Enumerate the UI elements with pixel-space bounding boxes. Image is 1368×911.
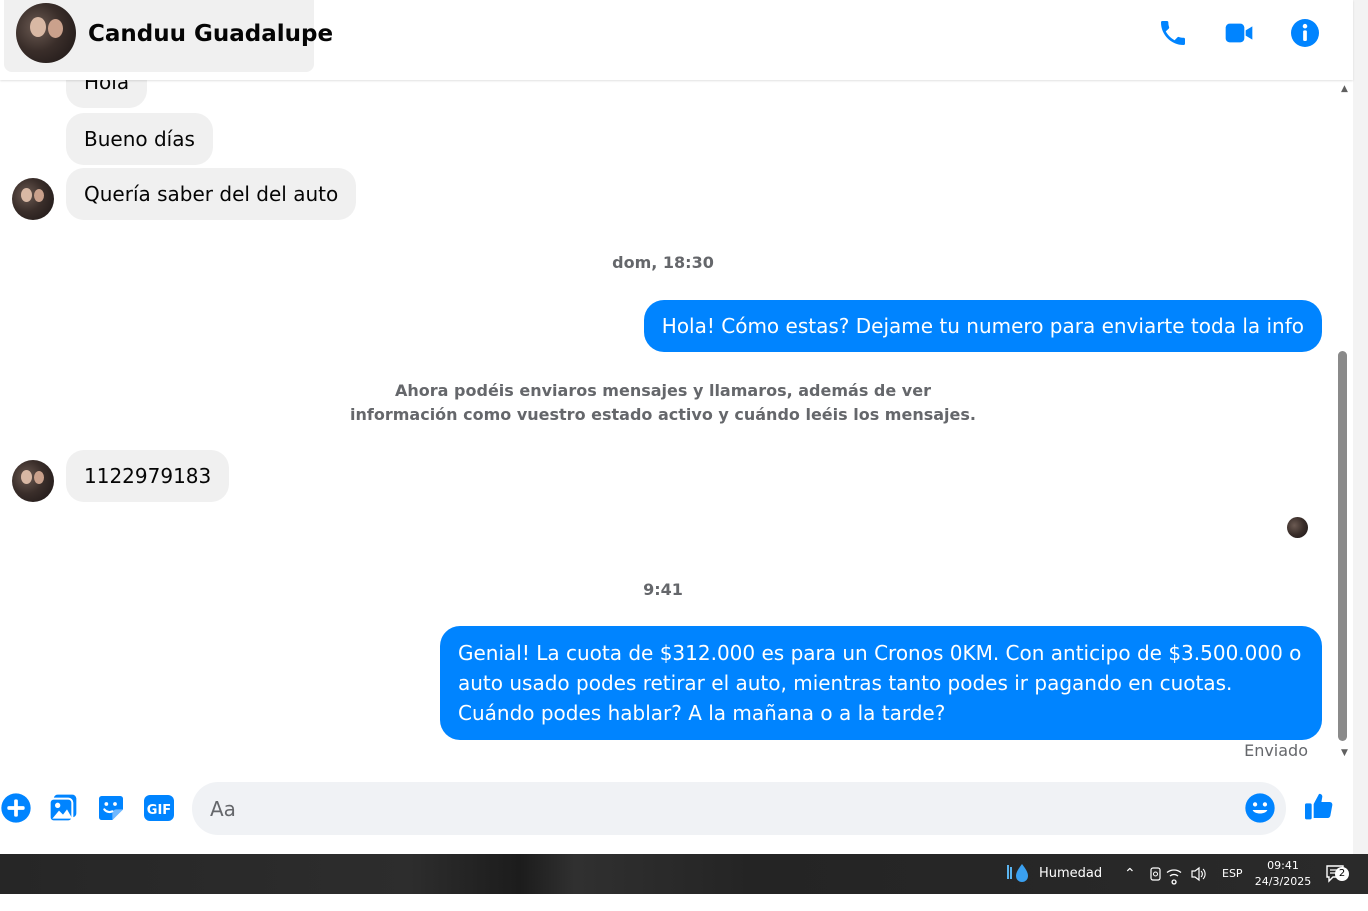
gif-label: GIF: [147, 803, 171, 818]
emoji-icon[interactable]: [1244, 792, 1276, 824]
input-language[interactable]: ESP: [1222, 854, 1243, 894]
composer-bar: GIF: [0, 772, 1353, 848]
meet-icon: [1150, 867, 1161, 881]
weather-label: Humedad: [1039, 866, 1103, 881]
clock-date: 24/3/2025: [1254, 875, 1312, 888]
volume-icon: [1191, 866, 1206, 882]
clock-time: 09:41: [1267, 859, 1299, 872]
read-receipt-avatar: [1287, 517, 1308, 538]
contact-name[interactable]: Canduu Guadalupe: [88, 21, 333, 47]
outgoing-message[interactable]: Genial! La cuota de $312.000 es para un …: [440, 626, 1322, 740]
system-notice: Ahora podéis enviaros mensajes y llamaro…: [350, 381, 976, 424]
add-icon[interactable]: [0, 792, 32, 824]
scrollbar-thumb[interactable]: [1338, 351, 1347, 741]
incoming-message[interactable]: 1122979183: [66, 450, 230, 502]
sticker-icon[interactable]: [95, 792, 127, 824]
outgoing-message[interactable]: Hola! Cómo estas? Dejame tu numero para …: [643, 300, 1322, 352]
notification-count-badge: 2: [1335, 867, 1349, 881]
phone-icon[interactable]: [1157, 17, 1189, 49]
incoming-message[interactable]: Quería saber del del auto: [66, 168, 357, 220]
humidity-icon: [1007, 864, 1028, 882]
message-status: Enviado: [1244, 741, 1308, 760]
wifi-icon: [1166, 869, 1182, 885]
message-input[interactable]: [192, 782, 1286, 835]
info-icon[interactable]: [1289, 17, 1321, 49]
clock[interactable]: 09:41 24/3/2025: [1252, 858, 1314, 890]
show-hidden-icons-chevron-icon[interactable]: ⌃: [1124, 854, 1136, 894]
incoming-message[interactable]: Hola: [66, 80, 148, 108]
like-icon[interactable]: [1303, 790, 1335, 822]
chat-header: Canduu Guadalupe: [0, 0, 1353, 80]
incoming-message[interactable]: Bueno días: [66, 113, 213, 165]
timestamp-separator: 9:41: [643, 580, 683, 599]
contact-avatar[interactable]: [16, 3, 76, 63]
photo-icon[interactable]: [47, 792, 79, 824]
timestamp-separator: dom, 18:30: [612, 253, 714, 272]
windows-taskbar: Humedad ⌃ ESP 09:41 24/3/2025 2: [0, 854, 1368, 894]
contact-profile-button[interactable]: Canduu Guadalupe: [4, 0, 333, 72]
system-tray[interactable]: [1148, 854, 1218, 894]
gif-icon[interactable]: GIF: [143, 792, 175, 824]
sender-avatar[interactable]: [12, 178, 54, 220]
scroll-down-arrow-icon[interactable]: ▼: [1336, 746, 1353, 760]
scroll-up-arrow-icon[interactable]: ▲: [1336, 82, 1353, 96]
sender-avatar[interactable]: [12, 460, 54, 502]
window-edge: [1353, 0, 1368, 854]
video-call-icon[interactable]: [1223, 17, 1255, 49]
message-list[interactable]: Hola Bueno días Quería saber del del aut…: [0, 80, 1336, 770]
